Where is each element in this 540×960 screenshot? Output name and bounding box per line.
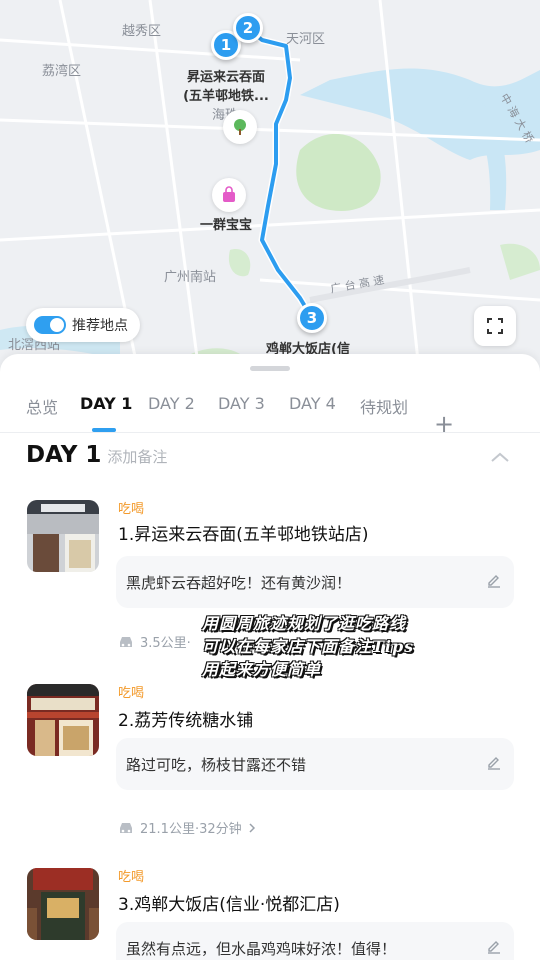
poi-shopping-marker[interactable] bbox=[212, 178, 246, 212]
stop-name[interactable]: 3.鸡郸大饭店(信业·悦都汇店) bbox=[118, 890, 340, 915]
car-icon bbox=[120, 822, 132, 833]
recommend-places-toggle[interactable]: 推荐地点 bbox=[26, 308, 140, 342]
overlay-caption-line: 可以在每家店下面备注Tips bbox=[202, 637, 415, 656]
toggle-switch[interactable] bbox=[34, 316, 66, 334]
add-note-button[interactable]: 添加备注 bbox=[107, 446, 167, 467]
stop-category: 吃喝 bbox=[118, 870, 145, 885]
shopping-bag-icon bbox=[223, 186, 235, 202]
fullscreen-button[interactable] bbox=[474, 306, 516, 346]
stop-note[interactable]: 路过可吃，杨枝甘露还不错 bbox=[116, 738, 514, 790]
tree-icon bbox=[234, 119, 246, 135]
day-header: DAY 1 添加备注 bbox=[26, 442, 167, 468]
toggle-label: 推荐地点 bbox=[72, 318, 128, 334]
day-title: DAY 1 bbox=[26, 442, 102, 468]
tab-day-4[interactable]: DAY 4 bbox=[289, 394, 336, 413]
overlay-caption-line: 用起来方便简单 bbox=[202, 660, 322, 679]
district-label: 荔湾区 bbox=[42, 64, 82, 79]
transit-text: 3.5公里· bbox=[140, 636, 191, 651]
storefront-image bbox=[27, 684, 99, 756]
poi-label: 一群宝宝 bbox=[200, 218, 253, 233]
map-stop-pin-2[interactable]: 2 bbox=[233, 13, 263, 43]
chevron-up-icon[interactable] bbox=[490, 450, 510, 464]
pin-number: 3 bbox=[306, 309, 318, 327]
stop-note-text: 黑虎虾云吞超好吃！还有黄沙润！ bbox=[126, 573, 352, 592]
tab-overview[interactable]: 总览 bbox=[26, 394, 58, 418]
transit-text: 21.1公里·32分钟 bbox=[140, 822, 242, 837]
edit-icon[interactable] bbox=[486, 754, 502, 770]
stop-note-text: 虽然有点远，但水晶鸡鸡味好浓！值得！ bbox=[126, 939, 397, 958]
overlay-caption-line: 用圆周旅迹规划了逛吃路线 bbox=[202, 614, 407, 633]
storefront-image bbox=[27, 500, 99, 572]
storefront-image bbox=[27, 868, 99, 940]
tabs-divider bbox=[0, 432, 540, 433]
stop-thumbnail bbox=[27, 500, 99, 572]
car-icon bbox=[120, 636, 132, 647]
district-label: 广州南站 bbox=[164, 270, 217, 285]
stop-category: 吃喝 bbox=[118, 502, 145, 517]
tab-day-1[interactable]: DAY 1 bbox=[80, 394, 132, 413]
map-view[interactable]: 越秀区 天河区 荔湾区 海珠 广州南站 北滘西站 广 台 高 速 中 海 大 桥… bbox=[0, 0, 540, 380]
edit-icon[interactable] bbox=[486, 572, 502, 588]
stop-name[interactable]: 2.荔芳传统糖水铺 bbox=[118, 706, 253, 731]
pin-number: 2 bbox=[242, 19, 254, 37]
expand-icon bbox=[487, 318, 503, 334]
tab-to-plan[interactable]: 待规划 bbox=[360, 394, 408, 418]
pin-number: 1 bbox=[220, 36, 232, 54]
map-stop-pin-3[interactable]: 3 bbox=[297, 303, 327, 333]
tab-day-3[interactable]: DAY 3 bbox=[218, 394, 265, 413]
stop-note-text: 路过可吃，杨枝甘露还不错 bbox=[126, 755, 307, 774]
stop-thumbnail bbox=[27, 868, 99, 940]
drag-handle[interactable] bbox=[250, 366, 290, 371]
stop-name[interactable]: 1.昇运来云吞面(五羊邨地铁站店) bbox=[118, 520, 368, 545]
transit-info[interactable]: 3.5公里· bbox=[118, 632, 191, 651]
map-stop-label-1: 昇运来云吞面 (五羊邨地铁... bbox=[183, 70, 269, 104]
overlay-caption: 用圆周旅迹规划了逛吃路线 可以在每家店下面备注Tips 用起来方便简单 bbox=[202, 612, 522, 681]
stop-thumbnail bbox=[27, 684, 99, 756]
transit-info[interactable]: 21.1公里·32分钟 bbox=[118, 818, 256, 837]
edit-icon[interactable] bbox=[486, 938, 502, 954]
day-tabs: 总览 DAY 1 DAY 2 DAY 3 DAY 4 待规划 + bbox=[0, 382, 540, 436]
district-label: 越秀区 bbox=[122, 24, 162, 39]
stop-note[interactable]: 黑虎虾云吞超好吃！还有黄沙润！ bbox=[116, 556, 514, 608]
poi-tree-marker[interactable] bbox=[223, 110, 257, 144]
district-label: 天河区 bbox=[286, 32, 326, 47]
chevron-right-icon bbox=[249, 822, 255, 833]
stop-note[interactable]: 虽然有点远，但水晶鸡鸡味好浓！值得！ bbox=[116, 922, 514, 960]
tab-day-2[interactable]: DAY 2 bbox=[148, 394, 195, 413]
stop-category: 吃喝 bbox=[118, 686, 145, 701]
